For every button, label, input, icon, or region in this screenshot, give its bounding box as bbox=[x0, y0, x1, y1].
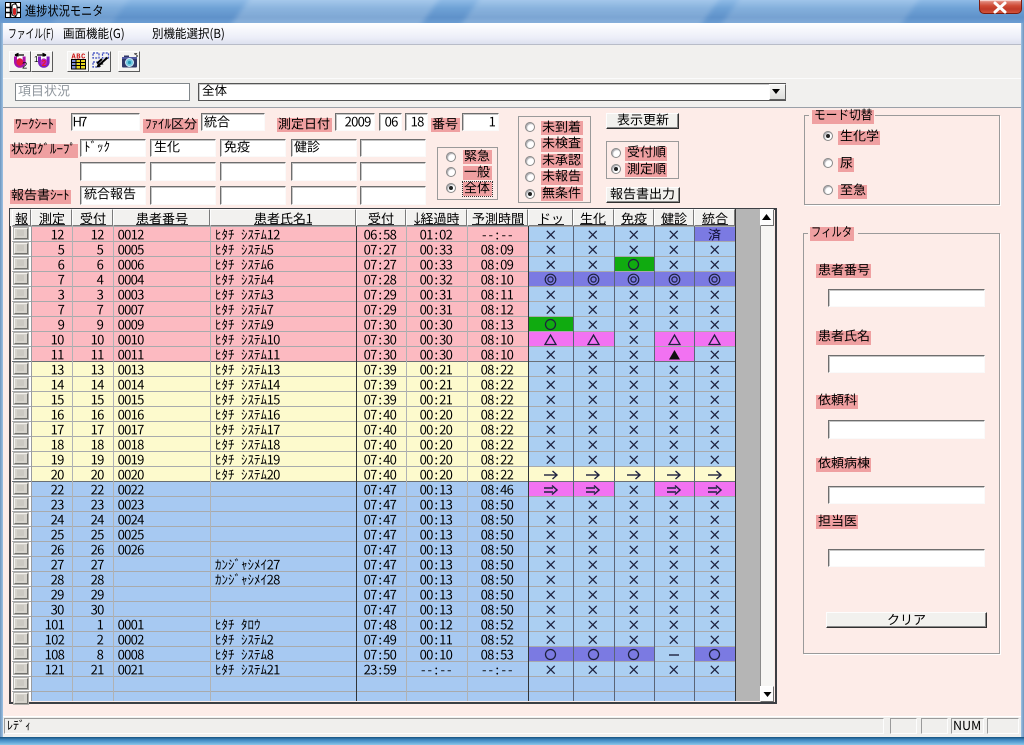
svg-text:2: 2 bbox=[42, 59, 47, 68]
svg-text:2: 2 bbox=[22, 60, 27, 71]
